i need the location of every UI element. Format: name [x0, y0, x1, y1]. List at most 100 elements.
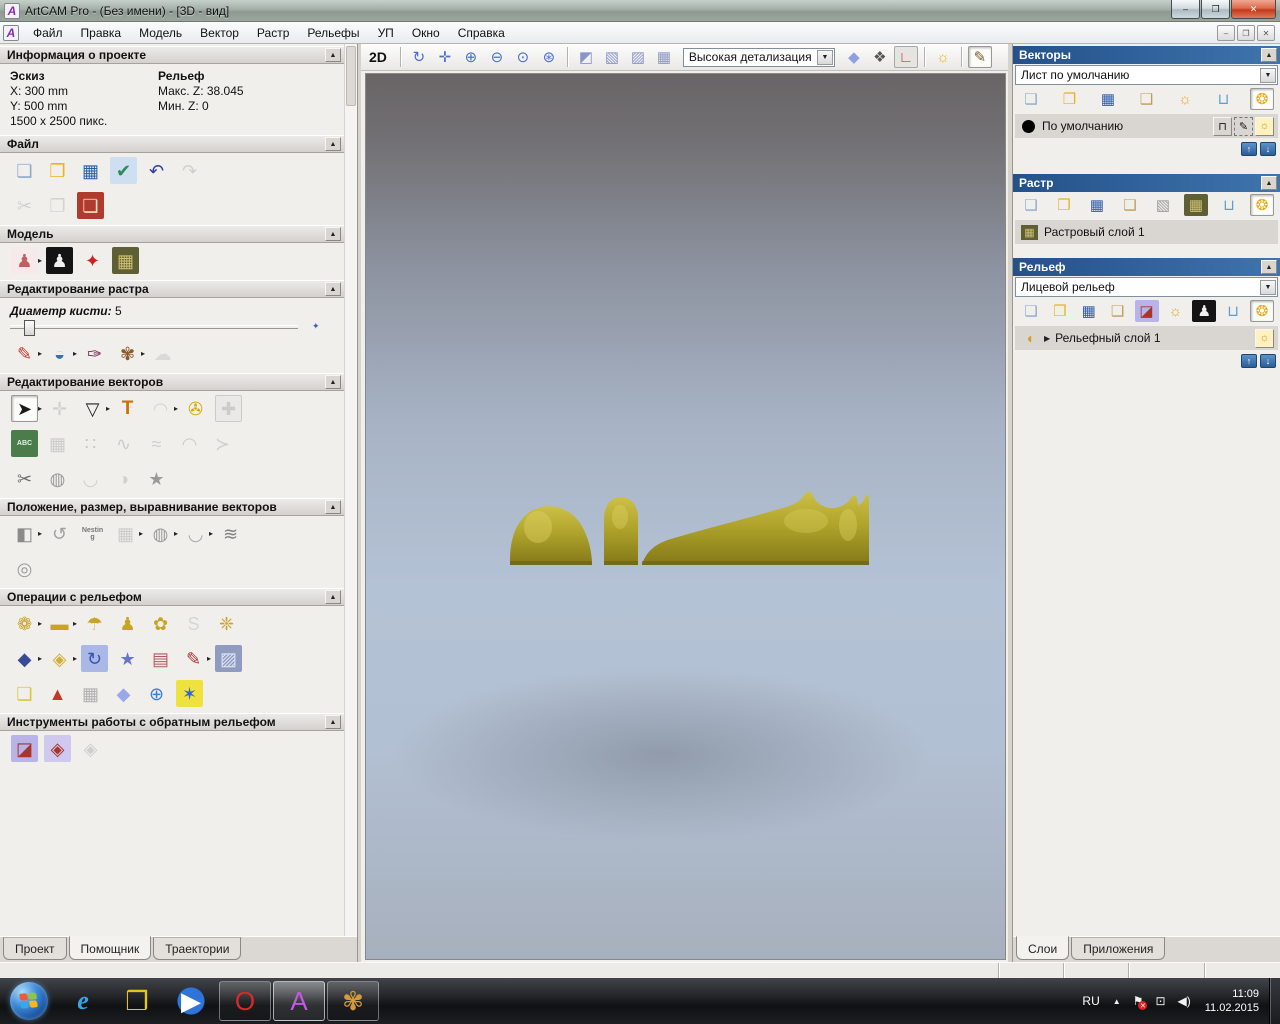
relief-new-icon[interactable]: ❏ [1019, 300, 1043, 322]
paste-icon[interactable]: ❏ [77, 192, 104, 219]
scale-relief-tool-icon[interactable]: ✿ [147, 610, 174, 637]
save-model-icon[interactable]: ▦ [77, 157, 104, 184]
reliefops-section-collapse-button[interactable]: ▲ [325, 590, 341, 604]
raster-layer-row[interactable]: ▦ Растровый слой 1 [1015, 220, 1278, 244]
select-vectors-tool-flyout[interactable]: ▸ [38, 404, 42, 413]
window-minimize-button[interactable]: – [1171, 0, 1200, 19]
flood-fill-tool-flyout[interactable]: ▸ [73, 349, 77, 358]
measure-tool-icon[interactable]: ✇ [182, 395, 209, 422]
view-wireframe-hidden-icon[interactable]: ▦ [652, 46, 676, 68]
flood-fill-tool-icon[interactable]: ◒ [46, 340, 73, 367]
relief-side-dropdown-arrow[interactable]: ▼ [1260, 279, 1276, 295]
taskbar-explorer-icon[interactable]: ❒ [111, 981, 163, 1021]
raster-new-icon[interactable]: ❏ [1019, 194, 1043, 216]
show-hidden-icons-button[interactable]: ▲ [1113, 997, 1121, 1006]
raster-import-icon[interactable]: ❑ [1118, 194, 1142, 216]
paint-tool-icon[interactable]: ✎ [11, 340, 38, 367]
menu-raster[interactable]: Растр [248, 23, 298, 43]
raster-layers-collapse-button[interactable]: ▲ [1261, 176, 1277, 190]
vectors-delete-layer-icon[interactable]: ⊔ [1212, 88, 1236, 110]
align-vectors-tool-flyout[interactable]: ▸ [38, 529, 42, 538]
drape-relief-tool-icon[interactable]: ▲ [44, 680, 71, 707]
vectors-new-sheet-icon[interactable]: ❏ [1019, 88, 1043, 110]
relief-envelope-tool-icon[interactable]: ◆ [11, 645, 38, 672]
align-vectors-tool-icon[interactable]: ◧ [11, 520, 38, 547]
menu-toolpaths[interactable]: УП [369, 23, 403, 43]
text-along-curve-tool-icon[interactable]: ABC [11, 430, 38, 457]
nesting-tool-icon[interactable]: Nesting [79, 520, 106, 547]
clock[interactable]: 11:09 11.02.2015 [1205, 987, 1259, 1015]
trim-vectors-tool-icon[interactable]: ✂ [11, 465, 38, 492]
undo-icon[interactable]: ↶ [143, 157, 170, 184]
tab-applications[interactable]: Приложения [1071, 937, 1166, 960]
vector-layer-lock-button[interactable]: ⊓ [1213, 116, 1232, 136]
vector-layer-move-up-button[interactable]: ↑ [1241, 142, 1257, 156]
wave-distort-tool-icon[interactable]: ≋ [217, 520, 244, 547]
menu-edit[interactable]: Правка [72, 23, 131, 43]
node-editing-tool-icon[interactable]: ▽ [79, 395, 106, 422]
spiral-tool-icon[interactable]: ◎ [11, 555, 38, 582]
offset-relief-tool-icon[interactable]: ◆ [110, 680, 137, 707]
3d-view-canvas[interactable] [365, 73, 1006, 960]
add-plane-tool-icon[interactable]: ▬ [46, 610, 73, 637]
vector-layer-visibility-button[interactable]: ☼ [1255, 116, 1274, 136]
node-editing-tool-flyout[interactable]: ▸ [106, 404, 110, 413]
scale-relief-height-tool-icon[interactable]: ◈ [46, 645, 73, 672]
texture-star-tool-icon[interactable]: ★ [114, 645, 141, 672]
view-wireframe-icon[interactable]: ▨ [626, 46, 650, 68]
palette-tool-icon[interactable]: ✾ [114, 340, 141, 367]
relief-toggle-all-icon[interactable]: ❂ [1250, 300, 1274, 322]
menu-file[interactable]: Файл [24, 23, 72, 43]
view-shaded-icon[interactable]: ◩ [574, 46, 598, 68]
relief-layers-collapse-button[interactable]: ▲ [1261, 260, 1277, 274]
copy-relief-tool-icon[interactable]: ↻ [81, 645, 109, 672]
fit-vectors-tool-icon[interactable]: ◡ [182, 520, 209, 547]
toggle-light-icon[interactable]: ☼ [931, 46, 955, 68]
inverse-section-collapse-button[interactable]: ▲ [325, 715, 341, 729]
wrap-text-tool-flyout[interactable]: ▸ [174, 404, 178, 413]
relief-layer-visibility-button[interactable]: ☼ [1255, 328, 1274, 348]
wrap-relief-tool-icon[interactable]: ✶ [176, 680, 203, 707]
relief-3d-object[interactable] [508, 479, 880, 571]
relief-new-layer-icon[interactable]: ☼ [1163, 300, 1187, 322]
sculpting-tool-flyout[interactable]: ▸ [38, 619, 42, 628]
vector-layer-move-down-button[interactable]: ↓ [1260, 142, 1276, 156]
view-shaded-wireframe-icon[interactable]: ▧ [600, 46, 624, 68]
tab-layers[interactable]: Слои [1016, 936, 1070, 960]
fade-relief-tool-icon[interactable]: ▦ [77, 680, 104, 707]
vector-sheet-dropdown[interactable]: Лист по умолчанию ▼ [1015, 65, 1278, 85]
set-model-size-flyout[interactable]: ▸ [38, 256, 42, 265]
fit-vectors-tool-flyout[interactable]: ▸ [209, 529, 213, 538]
relief-save-icon[interactable]: ▦ [1077, 300, 1101, 322]
color-picker-tool-icon[interactable]: ✑ [81, 340, 108, 367]
taskbar-media-player-icon[interactable]: ▶ [165, 981, 217, 1021]
model-section-collapse-button[interactable]: ▲ [325, 227, 341, 241]
rotate-view-icon[interactable]: ↻ [407, 46, 431, 68]
relief-from-model-icon[interactable]: ♟ [1192, 300, 1217, 322]
toggle-draft-plane-icon[interactable]: ◆ [842, 46, 866, 68]
raster-open-icon[interactable]: ❒ [1052, 194, 1076, 216]
mdi-minimize-button[interactable]: – [1217, 25, 1235, 41]
vector-doctor-tool-icon[interactable]: ★ [143, 465, 170, 492]
vectors-import-icon[interactable]: ❑ [1135, 88, 1159, 110]
palette-tool-flyout[interactable]: ▸ [141, 349, 145, 358]
relief-open-icon[interactable]: ❒ [1048, 300, 1072, 322]
start-button[interactable] [10, 982, 48, 1020]
texture-relief-tool-icon[interactable]: ▨ [215, 645, 243, 672]
assistant-scrollbar[interactable] [344, 44, 357, 936]
scale-relief-height-tool-flyout[interactable]: ▸ [73, 654, 77, 663]
project-info-collapse-button[interactable]: ▲ [325, 48, 341, 62]
wrap-sphere-tool-icon[interactable]: ⊕ [143, 680, 170, 707]
zoom-previous-icon[interactable]: ⊙ [511, 46, 535, 68]
vector-section-collapse-button[interactable]: ▲ [325, 375, 341, 389]
action-center-icon[interactable]: ⚑ ✕ [1133, 994, 1148, 1010]
language-indicator[interactable]: RU [1082, 994, 1099, 1008]
vector-sheet-dropdown-arrow[interactable]: ▼ [1260, 67, 1276, 83]
toggle-origin-icon[interactable]: ∟ [893, 46, 918, 68]
vectors-toggle-all-icon[interactable]: ❂ [1250, 88, 1274, 110]
brush-slider-thumb[interactable] [24, 319, 35, 336]
create-text-tool-icon[interactable]: T [114, 395, 141, 422]
weld-vectors-tool-flyout[interactable]: ▸ [174, 529, 178, 538]
block-copy-tool-flyout[interactable]: ▸ [139, 529, 143, 538]
mdi-restore-button[interactable]: ❐ [1237, 25, 1255, 41]
